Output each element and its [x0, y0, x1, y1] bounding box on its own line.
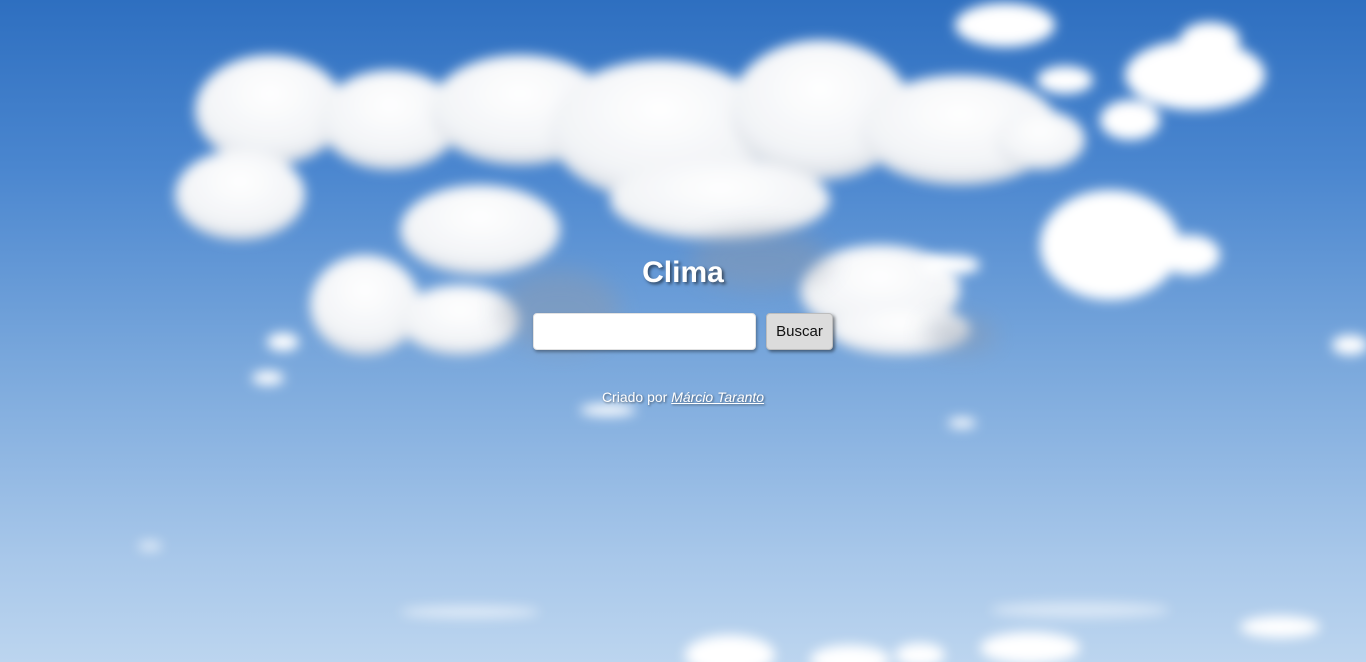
credit-line: Criado por Márcio Taranto [0, 389, 1366, 405]
author-link[interactable]: Márcio Taranto [671, 389, 764, 405]
credit-prefix: Criado por [601, 389, 668, 405]
search-button[interactable]: Buscar [766, 312, 833, 350]
search-form: Buscar [533, 312, 833, 350]
page-title: Clima [642, 256, 724, 289]
city-search-input[interactable] [533, 312, 756, 350]
content-area: Clima Buscar Criado por Márcio Taranto [0, 0, 1366, 662]
